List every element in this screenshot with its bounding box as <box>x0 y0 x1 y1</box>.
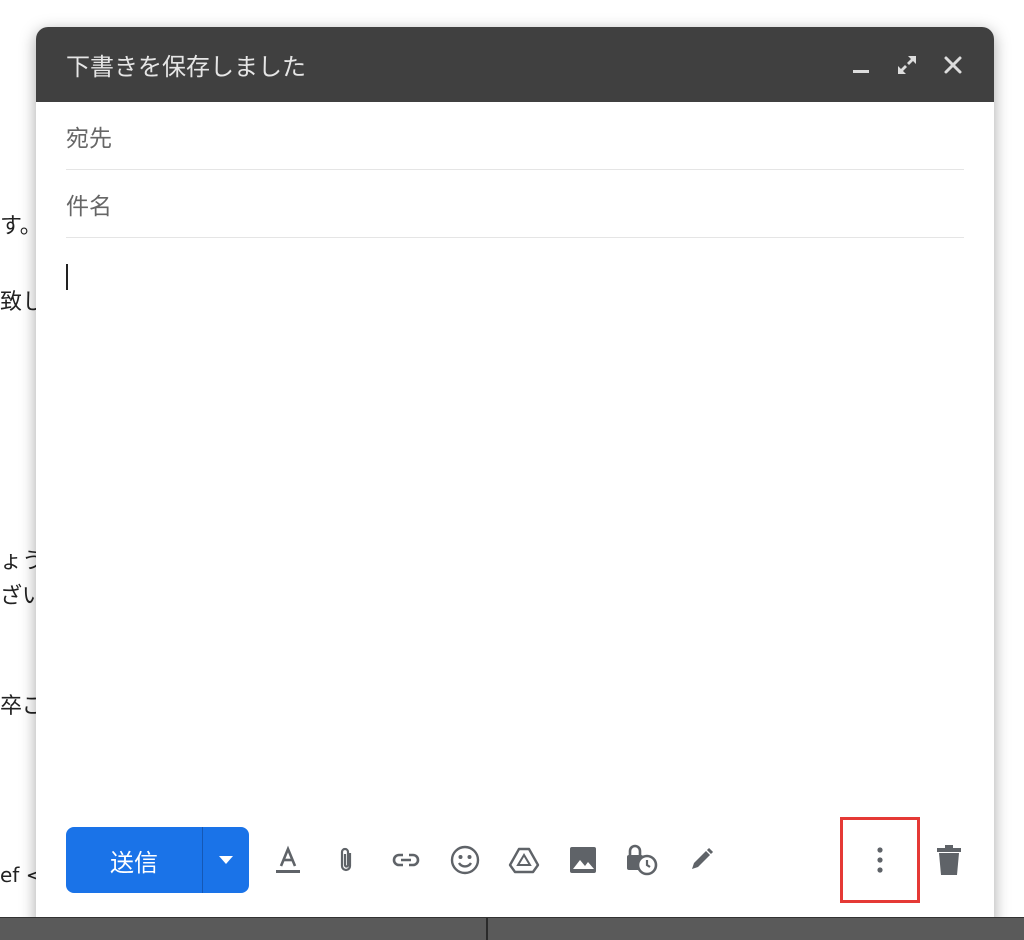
drive-icon[interactable] <box>507 843 541 877</box>
more-vert-icon[interactable] <box>863 843 897 877</box>
taskbar-divider <box>486 918 488 940</box>
pen-icon[interactable] <box>684 843 718 877</box>
subject-label: 件名 <box>66 193 112 220</box>
compose-window: 下書きを保存しました 宛先 件名 送信 <box>36 27 994 927</box>
window-controls <box>848 52 966 78</box>
formatting-tools <box>271 843 718 877</box>
emoji-icon[interactable] <box>448 843 482 877</box>
taskbar <box>0 917 1024 940</box>
close-icon[interactable] <box>940 52 966 78</box>
paperclip-icon[interactable] <box>330 843 364 877</box>
to-label: 宛先 <box>66 125 112 152</box>
image-icon[interactable] <box>566 843 600 877</box>
minimize-icon[interactable] <box>848 52 874 78</box>
text-caret <box>66 264 68 290</box>
subject-field[interactable]: 件名 <box>66 170 964 238</box>
send-button-group: 送信 <box>66 827 249 893</box>
lock-clock-icon[interactable] <box>625 843 659 877</box>
compose-header: 下書きを保存しました <box>36 27 994 102</box>
text-format-icon[interactable] <box>271 843 305 877</box>
send-button[interactable]: 送信 <box>66 827 202 893</box>
chevron-down-icon <box>219 856 233 864</box>
link-icon[interactable] <box>389 843 423 877</box>
more-options-highlight <box>840 817 920 903</box>
compose-title: 下書きを保存しました <box>66 53 306 81</box>
trash-icon[interactable] <box>932 843 966 877</box>
message-body[interactable] <box>66 238 964 758</box>
to-field[interactable]: 宛先 <box>66 102 964 170</box>
toolbar-right <box>840 817 966 903</box>
expand-icon[interactable] <box>894 52 920 78</box>
send-options-button[interactable] <box>202 827 249 893</box>
compose-toolbar: 送信 <box>66 817 966 903</box>
